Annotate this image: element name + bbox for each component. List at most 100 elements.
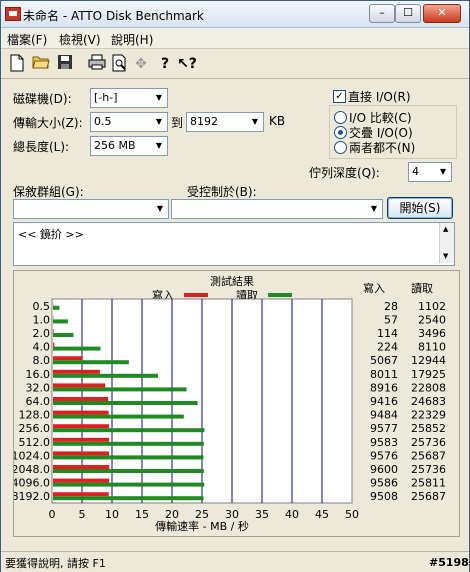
column-header-read: 讀取: [411, 281, 433, 295]
read-value-label: 22329: [411, 409, 446, 422]
help-icon[interactable]: ?: [155, 54, 175, 74]
drive-value: [-h-]: [94, 91, 118, 104]
x-tick-label: 10: [105, 508, 119, 521]
read-value-label: 1102: [418, 300, 446, 313]
new-icon[interactable]: [7, 54, 27, 74]
read-bar: [53, 346, 101, 351]
read-value-label: 8110: [418, 341, 446, 354]
app-window: 未命名 - ATTO Disk Benchmark – ☐ ✕ 檔案(F) 檢視…: [0, 0, 470, 572]
y-tick-label: 256.0: [19, 422, 51, 435]
y-tick-label: 64.0: [26, 395, 51, 408]
read-bar: [53, 482, 205, 487]
minimize-button[interactable]: –: [369, 4, 395, 23]
write-bar: [53, 369, 100, 374]
read-bar: [53, 305, 60, 310]
y-tick-label: 0.5: [33, 300, 51, 313]
transfer-from-select[interactable]: 0.5 ▼: [90, 112, 168, 132]
column-header-write: 寫入: [363, 281, 385, 295]
total-length-select[interactable]: 256 MB ▼: [90, 136, 168, 156]
description-scrollbar[interactable]: ▲ ▼: [439, 223, 454, 263]
transfer-to-select[interactable]: 8192 ▼: [186, 112, 264, 132]
read-value-label: 25736: [411, 436, 446, 449]
x-tick-label: 35: [255, 508, 269, 521]
direct-io-label: 直接 I/O(R): [348, 90, 411, 104]
start-button[interactable]: 開始(S): [387, 197, 453, 219]
print-preview-icon[interactable]: [109, 54, 129, 74]
overlapped-io-radio[interactable]: [334, 126, 347, 139]
y-tick-label: 1.0: [33, 313, 51, 326]
read-bar: [53, 428, 205, 433]
context-help-icon[interactable]: ↖?: [177, 54, 197, 74]
read-value-label: 24683: [411, 395, 446, 408]
controlled-group-select[interactable]: ▼: [13, 199, 169, 219]
write-bar: [53, 437, 110, 442]
y-tick-label: 128.0: [19, 409, 51, 422]
queue-depth-label: 佇列深度(Q):: [309, 166, 380, 180]
write-value-label: 9583: [370, 436, 398, 449]
chevron-down-icon: ▼: [370, 204, 378, 213]
io-compare-radio[interactable]: [334, 111, 347, 124]
total-length-value: 256 MB: [94, 139, 136, 152]
write-value-label: 9576: [370, 449, 398, 462]
y-tick-label: 8.0: [33, 354, 51, 367]
print-icon[interactable]: [87, 54, 107, 74]
transfer-to-value: 8192: [190, 115, 218, 128]
close-button[interactable]: ✕: [423, 4, 461, 23]
description-box[interactable]: << 鏡扴 >> ▲ ▼: [13, 222, 455, 266]
read-bar: [53, 441, 204, 446]
read-value-label: 25687: [411, 490, 446, 503]
write-bar: [53, 465, 110, 469]
window-title: 未命名 - ATTO Disk Benchmark: [23, 9, 204, 23]
write-bar: [53, 329, 54, 333]
y-tick-label: 2.0: [33, 327, 51, 340]
queue-depth-select[interactable]: 4 ▼: [408, 162, 452, 182]
x-tick-label: 15: [135, 508, 149, 521]
read-value-label: 25811: [411, 477, 446, 490]
scroll-down-icon[interactable]: ▼: [443, 252, 448, 260]
maximize-button[interactable]: ☐: [395, 4, 421, 23]
open-folder-icon[interactable]: [31, 54, 51, 74]
y-tick-label: 8192.0: [14, 490, 50, 503]
write-bar: [53, 410, 109, 415]
kb-label: KB: [269, 114, 286, 128]
read-value-label: 25852: [411, 422, 446, 435]
save-icon[interactable]: [55, 54, 75, 74]
write-bar: [53, 356, 83, 361]
transfer-from-value: 0.5: [94, 115, 112, 128]
controlled-by-label: 受控制於(B):: [187, 185, 257, 199]
menu-view[interactable]: 檢視(V): [59, 31, 101, 48]
read-bar: [53, 387, 187, 392]
write-value-label: 28: [384, 300, 398, 313]
menu-help[interactable]: 說明(H): [111, 31, 153, 48]
transfer-size-label: 傳輸大小(Z):: [13, 116, 83, 130]
app-icon: [5, 7, 21, 21]
chevron-down-icon: ▼: [156, 204, 164, 213]
read-value-label: 3496: [418, 327, 446, 340]
results-chart: 測試結果 寫入 讀取 寫入 讀取 0.51.02.04.08.016.032.0…: [12, 274, 447, 533]
controlled-group-label: 保敘群組(G):: [13, 185, 84, 199]
chevron-down-icon: ▼: [439, 167, 447, 176]
menu-file[interactable]: 檔案(F): [7, 31, 47, 48]
drive-select[interactable]: [-h-] ▼: [90, 88, 168, 108]
controlled-by-select[interactable]: ▼: [171, 199, 383, 219]
move-icon[interactable]: ✥: [131, 54, 151, 74]
results-frame: 測試結果 寫入 讀取 寫入 讀取 0.5 1.0 2.0 4.0 8.0 16.0 32.0…: [12, 270, 460, 537]
write-bar: [53, 383, 106, 388]
scroll-up-icon[interactable]: ▲: [443, 225, 448, 233]
direct-io-checkbox[interactable]: ✓: [333, 90, 346, 103]
write-value-label: 114: [377, 327, 398, 340]
read-bar: [53, 360, 129, 365]
write-value-label: 9508: [370, 490, 398, 503]
write-value-label: 5067: [370, 354, 398, 367]
write-value-label: 224: [377, 341, 398, 354]
title-bar: 未命名 - ATTO Disk Benchmark – ☐ ✕: [1, 1, 469, 28]
x-tick-label: 40: [285, 508, 299, 521]
read-bar: [53, 455, 204, 460]
read-value-label: 12944: [411, 354, 446, 367]
x-tick-label: 50: [345, 508, 359, 521]
neither-radio[interactable]: [334, 141, 347, 154]
read-bar: [53, 401, 198, 405]
write-value-label: 9416: [370, 395, 398, 408]
chart-title: 測試結果: [210, 274, 254, 288]
write-bar: [53, 451, 110, 456]
